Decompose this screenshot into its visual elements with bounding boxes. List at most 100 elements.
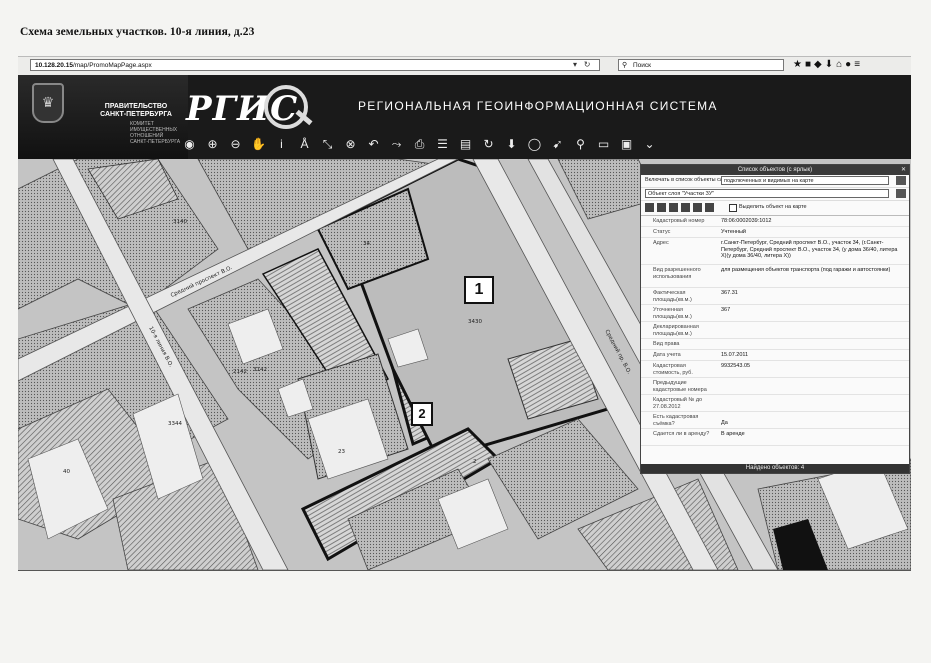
close-icon[interactable]: ✕ [901, 165, 906, 175]
row-key: Есть кадастровая съёмка? [653, 414, 699, 427]
menu-icon[interactable]: ≡ [854, 59, 863, 70]
row-value: 367.31 [721, 290, 738, 296]
magnifier-logo-icon [264, 85, 308, 129]
browser-search-input[interactable]: ⚲ Поиск [618, 59, 784, 71]
globe-icon[interactable]: ◉ [178, 133, 201, 155]
object-info-panel: Список объектов (с ярлык) ✕ Включать в с… [640, 164, 910, 474]
map-label: 3140 [173, 219, 187, 225]
row-value: В аренде [721, 431, 745, 437]
row-refined-area: Уточненная площадь(кв.м.) 367 [641, 305, 909, 322]
row-declared-area: Декларированная площадь(кв.м.) [641, 322, 909, 339]
row-registration-date: Дата учета 15.07.2011 [641, 350, 909, 361]
browser-icons: ★■◆⬇⌂●≡ [793, 58, 863, 72]
export-icon[interactable] [693, 203, 702, 212]
system-name: РЕГИОНАЛЬНАЯ ГЕОИНФОРМАЦИОННАЯ СИСТЕМА [358, 99, 718, 113]
row-lease: Сдается ли в аренду? В аренде [641, 429, 909, 446]
refresh-icon[interactable]: ↻ [477, 133, 500, 155]
zoom-out-icon[interactable]: ⊖ [224, 133, 247, 155]
first-page-icon[interactable] [645, 203, 654, 212]
document-title: Схема земельных участков. 10-я линия, д.… [20, 26, 255, 38]
comment-icon[interactable]: ◯ [523, 133, 546, 155]
row-key: Сдается ли в аренду? [653, 431, 710, 437]
pin-icon[interactable]: ⚲ [569, 133, 592, 155]
chat-icon[interactable]: ● [845, 59, 854, 70]
map-toolbar: ◉ ⊕ ⊖ ✋ i Å ⤡ ⊗ ↶ ⤳ ⎙ ☰ ▤ ↻ ⬇ ◯ ➹ ⚲ ▭ ▣ … [178, 133, 661, 155]
row-number-before: Кадастровый № до 27.08.2012 [641, 395, 909, 412]
row-key: Адрес [653, 240, 669, 246]
row-cadastral-value: Кадастровая стоимость, руб. 9932543.05 [641, 361, 909, 378]
map-label: 3142 [253, 367, 267, 373]
forward-icon[interactable]: ⤳ [385, 133, 408, 155]
clipboard-icon[interactable]: ■ [805, 59, 814, 70]
collapse-icon[interactable]: ⌄ [638, 133, 661, 155]
pan-hand-icon[interactable]: ✋ [247, 133, 270, 155]
parcel-number-2[interactable]: 2 [411, 402, 433, 426]
url-actions: ▾ ↻ [573, 59, 590, 71]
row-right-type: Вид права [641, 339, 909, 350]
map-label: 40 [63, 469, 70, 475]
row-key: Кадастровый номер [653, 218, 705, 224]
info-icon[interactable]: i [270, 133, 293, 155]
row-status: Статус Учтенный [641, 227, 909, 238]
committee-name: КОМИТЕТ ИМУЩЕСТВЕННЫХ ОТНОШЕНИЙ САНКТ-ПЕ… [130, 121, 181, 145]
zoom-in-icon[interactable]: ⊕ [201, 133, 224, 155]
layers-icon[interactable]: ▤ [454, 133, 477, 155]
row-previous-numbers: Предыдущие кадастровые номера [641, 378, 909, 395]
url-path: /map/PromoMapPage.aspx [72, 62, 152, 69]
row-key: Фактическая площадь(кв.м.) [653, 290, 692, 303]
url-host: 10.128.20.15 [35, 62, 73, 69]
header-emblem-area: ♛ ПРАВИТЕЛЬСТВО САНКТ-ПЕТЕРБУРГА КОМИТЕТ… [18, 75, 188, 159]
bookmark-star-icon[interactable]: ★ [793, 59, 805, 70]
bookmark-icon[interactable]: ▭ [592, 133, 615, 155]
include-layers-row: Включать в список объекты слоев: подключ… [641, 175, 909, 188]
object-type-select[interactable]: Объект слоя "Участки ЗУ" [645, 189, 889, 198]
row-use-type: Вид разрешенного использования для разме… [641, 265, 909, 288]
list-icon[interactable]: ☰ [431, 133, 454, 155]
row-cadastral-survey: Есть кадастровая съёмка? Да [641, 412, 909, 429]
admin-name: ПРАВИТЕЛЬСТВО САНКТ-ПЕТЕРБУРГА [76, 103, 196, 119]
print-panel-icon[interactable] [705, 203, 714, 212]
rss-icon[interactable]: ➹ [546, 133, 569, 155]
row-value: для размещения объектов транспорта (под … [721, 267, 891, 273]
map-label: 3344 [168, 421, 182, 427]
measure-icon[interactable]: Å [293, 133, 316, 155]
show-on-map-checkbox[interactable] [729, 204, 737, 212]
row-value: 367 [721, 307, 731, 313]
row-key: Вид права [653, 341, 680, 347]
dropdown-icon[interactable]: ▾ [573, 60, 577, 69]
chevron-down-icon[interactable] [896, 176, 906, 185]
shield-icon[interactable]: ◆ [814, 59, 825, 70]
row-value: Учтенный [721, 229, 746, 235]
chevron-down-icon[interactable] [896, 189, 906, 198]
home-icon[interactable]: ⌂ [836, 59, 845, 70]
next-page-icon[interactable] [669, 203, 678, 212]
parcel-number-1[interactable]: 1 [464, 276, 494, 304]
row-key: Статус [653, 229, 671, 235]
row-actual-area: Фактическая площадь(кв.м.) 367.31 [641, 288, 909, 305]
map-label: 2 [473, 459, 477, 465]
clear-icon[interactable]: ⊗ [339, 133, 362, 155]
clipboard-map-icon[interactable]: ▣ [615, 133, 638, 155]
reload-icon[interactable]: ↻ [579, 60, 591, 69]
download-map-icon[interactable]: ⬇ [500, 133, 523, 155]
panel-title: Список объектов (с ярлык) [737, 167, 813, 173]
last-page-icon[interactable] [681, 203, 690, 212]
download-icon[interactable]: ⬇ [825, 59, 836, 70]
panel-toolbar: Выделить объект на карте [641, 201, 909, 216]
row-key: Декларированная площадь(кв.м.) [653, 324, 699, 337]
print-icon[interactable]: ⎙ [408, 133, 431, 155]
search-icon: ⚲ [622, 62, 628, 69]
row-value: г.Санкт-Петербург, Средний проспект В.О.… [721, 240, 898, 259]
row-key: Вид разрешенного использования [653, 267, 701, 280]
back-icon[interactable]: ↶ [362, 133, 385, 155]
include-layers-select[interactable]: подключенных и видимых на карте [721, 176, 889, 185]
row-value: Да [721, 420, 728, 426]
row-key: Уточненная площадь(кв.м.) [653, 307, 692, 320]
select-icon[interactable]: ⤡ [316, 133, 339, 155]
prev-page-icon[interactable] [657, 203, 666, 212]
object-type-row: Объект слоя "Участки ЗУ" [641, 188, 909, 201]
row-cadastral-number: Кадастровый номер 78:06:0002039:1012 [641, 216, 909, 227]
coat-of-arms-icon: ♛ [32, 83, 64, 123]
address-bar[interactable]: 10.128.20.15/map/PromoMapPage.aspx [30, 59, 600, 71]
row-key: Кадастровая стоимость, руб. [653, 363, 693, 376]
